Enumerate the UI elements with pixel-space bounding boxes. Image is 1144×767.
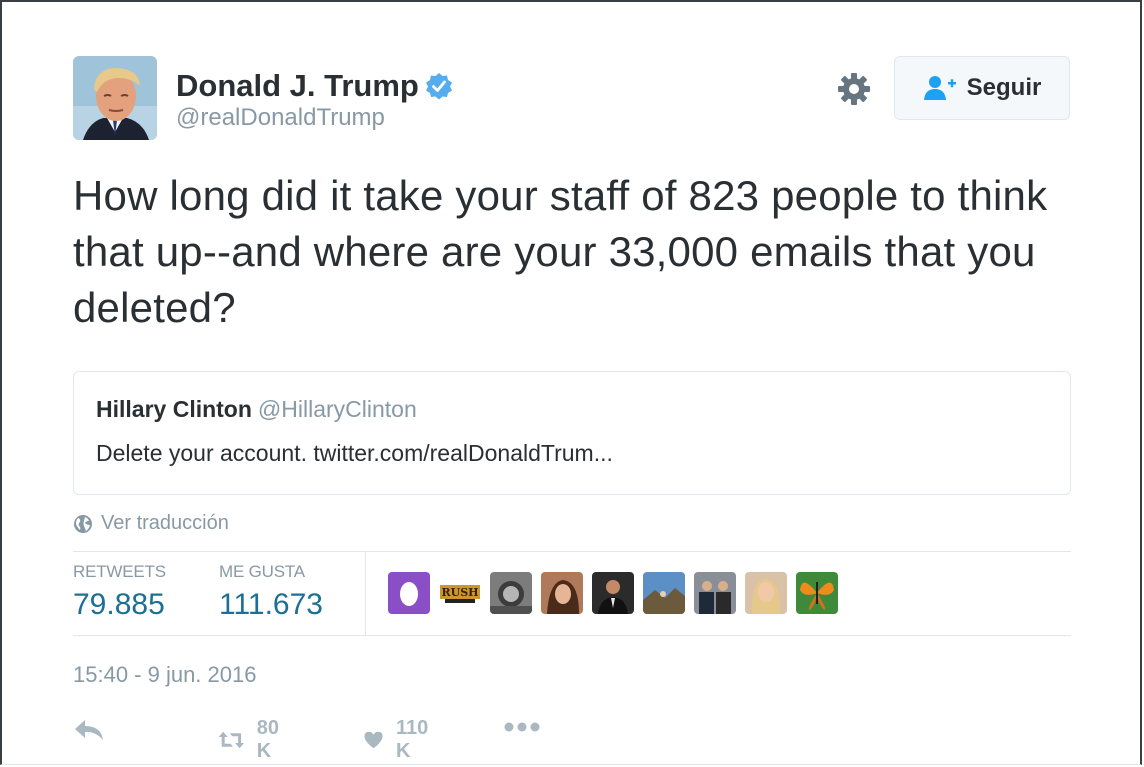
more-options-button[interactable] xyxy=(503,721,541,733)
svg-text:RUSH: RUSH xyxy=(441,586,478,599)
gear-icon[interactable] xyxy=(836,71,872,107)
quoted-tweet-header: Hillary Clinton @HillaryClinton xyxy=(96,396,417,423)
woman-selfie-avatar[interactable] xyxy=(541,572,583,614)
reply-button[interactable] xyxy=(73,717,105,743)
quoted-tweet-text: Delete your account. twitter.com/realDon… xyxy=(96,440,613,466)
retweet-button[interactable]: 80 K xyxy=(218,717,288,763)
egg-avatar[interactable] xyxy=(388,572,430,614)
retweets-label: RETWEETS xyxy=(73,562,166,581)
retweet-icon xyxy=(218,731,245,749)
likes-stat[interactable]: ME GUSTA 111.673 xyxy=(219,562,323,622)
grayscale-portrait-avatar[interactable] xyxy=(490,572,532,614)
more-dots-icon xyxy=(504,722,540,732)
like-button[interactable]: 110 K xyxy=(363,717,435,763)
reply-icon xyxy=(75,720,103,740)
stats-separator xyxy=(365,552,366,636)
butterfly-avatar[interactable] xyxy=(796,572,838,614)
author-handle[interactable]: @realDonaldTrump xyxy=(176,104,385,132)
follow-button[interactable]: Seguir xyxy=(894,56,1070,120)
landscape-avatar[interactable] xyxy=(643,572,685,614)
likes-label: ME GUSTA xyxy=(219,562,305,581)
heart-icon xyxy=(364,731,383,749)
retweets-stat[interactable]: RETWEETS 79.885 xyxy=(73,562,166,622)
like-count: 110 K xyxy=(396,717,429,762)
likes-value: 111.673 xyxy=(219,588,323,621)
tweet-timestamp[interactable]: 15:40 - 9 jun. 2016 xyxy=(73,662,256,688)
quoted-author-name: Hillary Clinton xyxy=(96,396,252,422)
retweet-count: 80 K xyxy=(256,717,280,762)
verified-badge-icon xyxy=(425,73,452,100)
man-suit-avatar[interactable] xyxy=(592,572,634,614)
divider-bottom xyxy=(73,635,1071,636)
likers-avatars: RUSH xyxy=(388,572,838,614)
tweet-text: How long did it take your staff of 823 p… xyxy=(73,172,1048,331)
follow-button-label: Seguir xyxy=(966,74,1042,101)
rush-logo-avatar[interactable]: RUSH xyxy=(439,572,481,614)
retweets-value: 79.885 xyxy=(73,588,165,621)
group-photo-avatar[interactable] xyxy=(694,572,736,614)
author-name-row[interactable]: Donald J. Trump xyxy=(176,68,453,104)
globe-icon xyxy=(74,514,92,533)
quoted-tweet-card[interactable]: Hillary Clinton @HillaryClinton Delete yo… xyxy=(73,371,1071,495)
blonde-woman-avatar[interactable] xyxy=(745,572,787,614)
translate-label: Ver traducción xyxy=(101,512,229,534)
divider-top xyxy=(73,551,1071,552)
add-user-icon xyxy=(923,76,956,100)
quoted-author-handle: @HillaryClinton xyxy=(257,396,417,422)
translate-link[interactable]: Ver traducción xyxy=(73,512,229,535)
author-name[interactable]: Donald J. Trump xyxy=(176,68,419,104)
author-avatar[interactable] xyxy=(73,56,157,140)
